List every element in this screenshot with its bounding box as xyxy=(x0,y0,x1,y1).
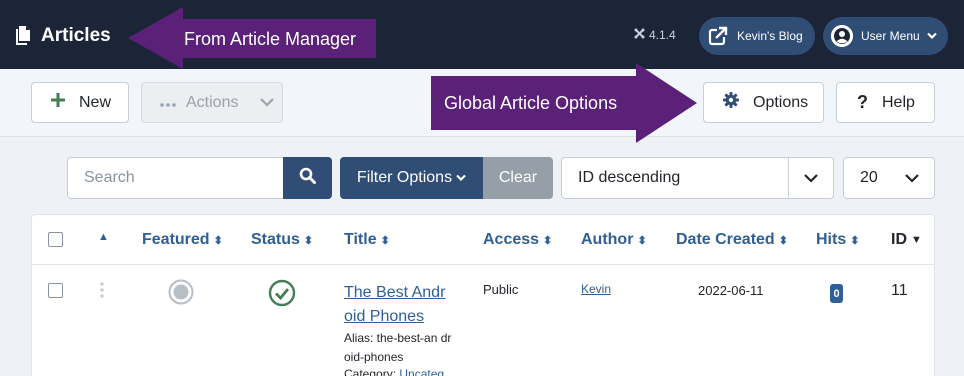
annotation-article-manager: From Article Manager xyxy=(184,29,357,49)
annotation-arrows xyxy=(128,7,697,143)
annotation-global-options: Global Article Options xyxy=(444,93,618,113)
